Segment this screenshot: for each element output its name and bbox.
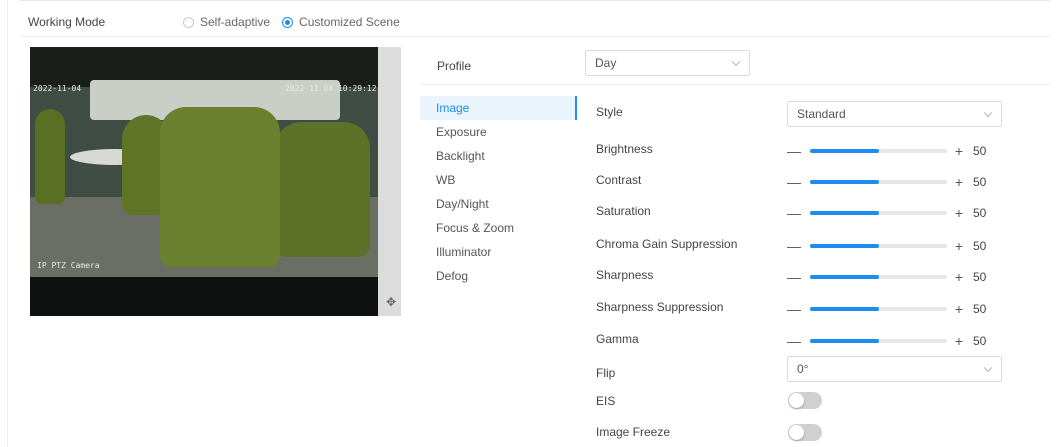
chroma-gain-suppression-label: Chroma Gain Suppression — [596, 237, 738, 251]
sharpness-suppression-value: 50 — [973, 302, 987, 316]
radio-self-adaptive-circle[interactable] — [183, 16, 194, 28]
brightness-value: 50 — [973, 144, 987, 158]
sharpness-label: Sharpness — [596, 268, 654, 282]
settings-nav: Image Exposure Backlight WB Day/Night Fo… — [420, 96, 577, 288]
nav-item-illuminator[interactable]: Illuminator — [420, 240, 577, 264]
osd-top-right: 2022 11 04 10:29:12 — [285, 84, 377, 93]
eis-toggle[interactable] — [788, 392, 822, 409]
nav-item-image[interactable]: Image — [420, 96, 577, 120]
top-border — [20, 0, 1050, 1]
minus-icon[interactable]: — — [787, 143, 801, 159]
flip-value: 0° — [797, 362, 809, 376]
gamma-slider[interactable] — [810, 339, 947, 343]
brightness-label: Brightness — [596, 142, 653, 156]
nav-item-exposure[interactable]: Exposure — [420, 120, 577, 144]
radio-self-adaptive[interactable]: Self-adaptive — [183, 15, 270, 29]
nav-item-defog[interactable]: Defog — [420, 264, 577, 288]
sharpness-value: 50 — [973, 270, 987, 284]
plus-icon[interactable]: + — [953, 174, 965, 190]
profile-select[interactable]: Day — [585, 50, 750, 76]
saturation-value: 50 — [973, 206, 987, 220]
preview-chair — [275, 122, 370, 257]
radio-customized-scene[interactable]: Customized Scene — [282, 15, 400, 29]
slider-fill — [810, 211, 879, 215]
contrast-value: 50 — [973, 175, 987, 189]
minus-icon[interactable]: — — [787, 333, 801, 349]
plus-icon[interactable]: + — [953, 269, 965, 285]
sharpness-slider[interactable] — [810, 275, 947, 279]
working-mode-label: Working Mode — [28, 15, 106, 29]
slider-fill — [810, 307, 879, 311]
plus-icon[interactable]: + — [953, 333, 965, 349]
profile-label: Profile — [437, 59, 472, 73]
saturation-slider-row: — +50 — [787, 205, 1002, 221]
divider — [420, 84, 1050, 85]
nav-item-day-night[interactable]: Day/Night — [420, 192, 577, 216]
sharpness-suppression-slider[interactable] — [810, 307, 947, 311]
divider — [20, 36, 1050, 37]
plus-icon[interactable]: + — [953, 205, 965, 221]
sharpness-suppression-label: Sharpness Suppression — [596, 300, 724, 314]
eis-label: EIS — [596, 394, 616, 408]
chroma-gain-suppression-slider[interactable] — [810, 244, 947, 248]
image-freeze-toggle[interactable] — [788, 424, 822, 441]
contrast-slider[interactable] — [810, 180, 947, 184]
sharpness-suppression-slider-row: — +50 — [787, 301, 1002, 317]
flip-select[interactable]: 0° — [787, 356, 1002, 382]
slider-fill — [810, 275, 879, 279]
preview-chair — [35, 109, 65, 204]
plus-icon[interactable]: + — [953, 238, 965, 254]
osd-channel-name: IP PTZ Camera — [37, 261, 100, 270]
saturation-slider[interactable] — [810, 211, 947, 215]
contrast-label: Contrast — [596, 173, 642, 187]
nav-item-focus-zoom[interactable]: Focus & Zoom — [420, 216, 577, 240]
contrast-slider-row: — +50 — [787, 174, 1002, 190]
slider-fill — [810, 244, 879, 248]
saturation-label: Saturation — [596, 204, 651, 218]
nav-item-wb[interactable]: WB — [420, 168, 577, 192]
slider-fill — [810, 149, 879, 153]
minus-icon[interactable]: — — [787, 205, 801, 221]
toggle-knob — [789, 393, 804, 408]
sharpness-slider-row: — +50 — [787, 269, 1002, 285]
working-mode-row: Working Mode Self-adaptive Customized Sc… — [28, 12, 412, 32]
preview-chair — [160, 107, 280, 267]
brightness-slider-row: — +50 — [787, 143, 1002, 159]
plus-icon[interactable]: + — [953, 143, 965, 159]
camera-preview-image: 2022-11-04 2022 11 04 10:29:12 IP PTZ Ca… — [30, 47, 378, 316]
gamma-label: Gamma — [596, 332, 639, 346]
chevron-down-icon — [731, 57, 741, 67]
nav-item-backlight[interactable]: Backlight — [420, 144, 577, 168]
gamma-value: 50 — [973, 334, 987, 348]
minus-icon[interactable]: — — [787, 174, 801, 190]
radio-self-adaptive-label: Self-adaptive — [200, 15, 271, 29]
preview-bottom-dark — [30, 277, 378, 316]
minus-icon[interactable]: — — [787, 269, 801, 285]
live-preview-panel: 2022-11-04 2022 11 04 10:29:12 IP PTZ Ca… — [30, 47, 401, 316]
move-arrows-icon[interactable]: ✥ — [384, 295, 398, 309]
style-label: Style — [596, 105, 623, 119]
osd-top-left: 2022-11-04 — [33, 84, 82, 93]
chroma-gain-suppression-value: 50 — [973, 239, 987, 253]
toggle-knob — [789, 425, 804, 440]
gamma-slider-row: — +50 — [787, 333, 1002, 349]
style-select[interactable]: Standard — [787, 101, 1002, 127]
minus-icon[interactable]: — — [787, 238, 801, 254]
plus-icon[interactable]: + — [953, 301, 965, 317]
left-border — [7, 0, 8, 447]
radio-customized-scene-label: Customized Scene — [299, 15, 400, 29]
image-freeze-label: Image Freeze — [596, 425, 671, 439]
chroma-gain-suppression-slider-row: — +50 — [787, 238, 1002, 254]
profile-value: Day — [595, 56, 617, 70]
radio-customized-scene-circle[interactable] — [282, 16, 294, 28]
chevron-down-icon — [983, 363, 993, 373]
brightness-slider[interactable] — [810, 149, 947, 153]
slider-fill — [810, 180, 879, 184]
style-value: Standard — [797, 107, 846, 121]
chevron-down-icon — [983, 108, 993, 118]
minus-icon[interactable]: — — [787, 301, 801, 317]
flip-label: Flip — [596, 366, 616, 380]
slider-fill — [810, 339, 879, 343]
